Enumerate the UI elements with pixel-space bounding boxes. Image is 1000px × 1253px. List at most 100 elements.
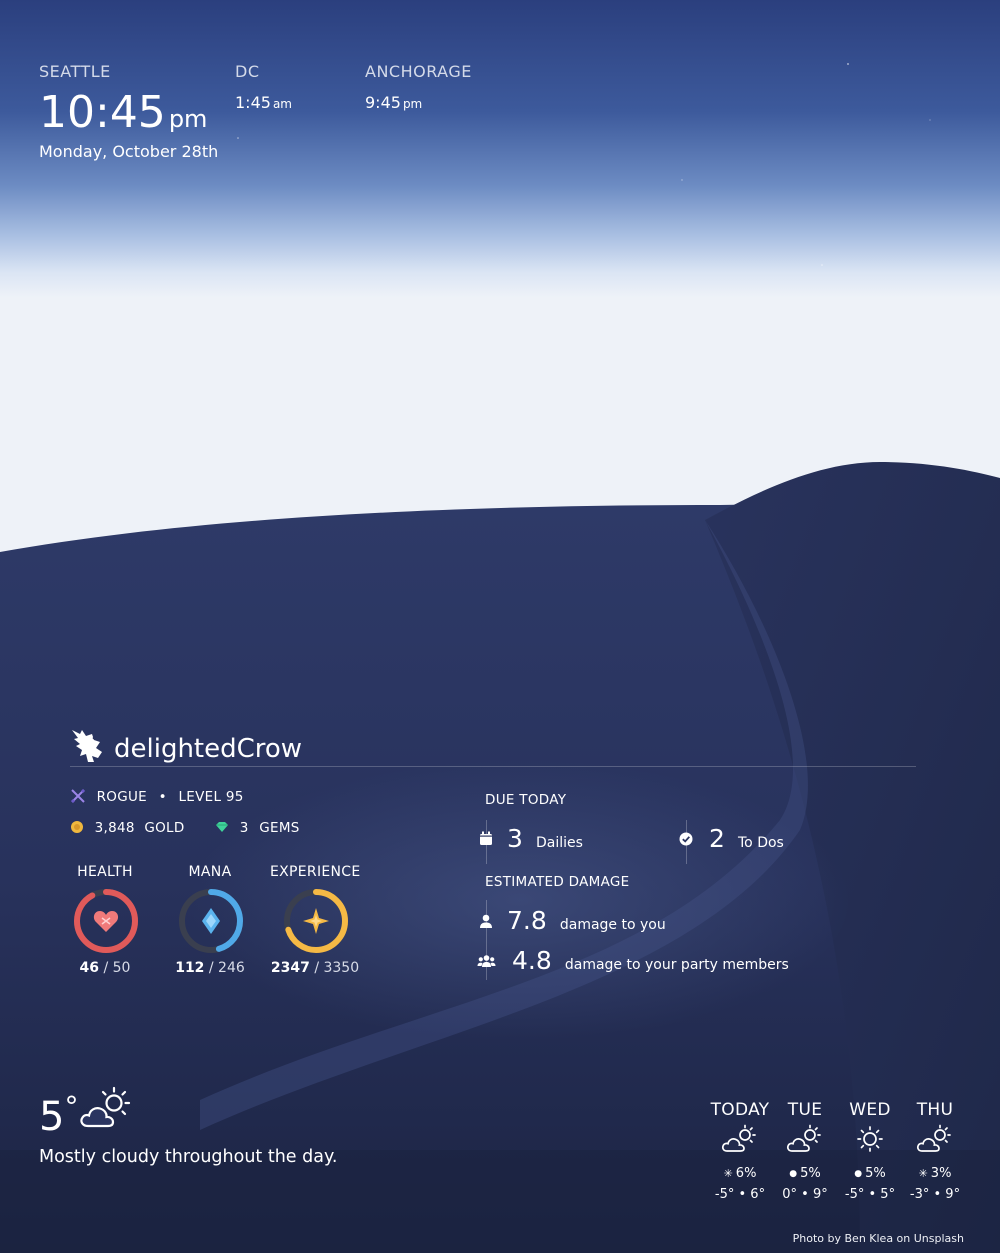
forecast-precip-value: 3% [930,1166,952,1181]
clock-time: 1:45 [235,93,271,112]
sun-icon [857,1126,883,1152]
clock-city: ANCHORAGE [365,62,472,81]
forecast-precip-value: 6% [735,1166,757,1181]
degree-symbol: ° [64,1090,79,1123]
gold-amount: 3,848 [94,820,135,836]
gem-icon [216,822,229,832]
background-photo [0,0,1000,1253]
gryphon-icon [72,730,102,762]
due-today-heading: DUE TODAY [485,792,567,808]
dailies-count: 3 [507,824,523,853]
forecast-range: 0° • 9° [782,1187,828,1202]
health-value: 46 / 50 [50,960,160,976]
check-circle-icon [679,832,693,846]
damage-to-you: 7.8 damage to you [507,906,666,935]
forecast-precip: ✳ 3% [903,1166,967,1181]
experience-value: 2347 / 3350 [260,960,370,976]
forecast-day: THU ✳ 3% -3° • 9° [903,1100,967,1202]
health-max: / 50 [103,960,131,976]
rain-drop-icon: ● [854,1169,863,1179]
forecast-day-name: THU [916,1100,954,1120]
separator-dot: • [158,789,167,805]
todos-count: 2 [709,824,725,853]
partly-cloudy-icon [917,1124,951,1152]
mana-current: 112 [175,960,205,976]
class-label: ROGUE [96,789,147,805]
forecast-day-name: TUE [787,1100,823,1120]
forecast-range: -5° • 5° [844,1187,896,1202]
mana-ring [179,889,243,953]
health-title: HEALTH [77,864,133,880]
gold-label: GOLD [144,820,185,836]
clock-ampm: am [272,97,292,111]
photo-credit[interactable]: Photo by Ben Klea on Unsplash [793,1232,964,1245]
experience-title: EXPERIENCE [270,864,361,880]
forecast-day: TUE ● 5% 0° • 9° [773,1100,837,1202]
damage-you-label: damage to you [559,917,666,933]
damage-party-value: 4.8 [512,946,552,975]
clock-city: SEATTLE [39,62,111,81]
forecast-precip: ● 5% [773,1166,837,1181]
experience-current: 2347 [270,960,310,976]
dailies-label: Dailies [536,835,583,851]
health-ring [74,889,138,953]
mana-value: 112 / 246 [155,960,265,976]
partly-cloudy-icon [722,1124,756,1152]
heart-icon [93,911,119,932]
clock-ampm: pm [168,105,208,133]
clock-seattle: SEATTLE 10:45 pm Monday, October 28th [39,62,218,161]
snow-icon: ✳ [918,1167,928,1180]
clock-date: Monday, October 28th [39,142,219,161]
dailies-stat: 3 Dailies [507,824,583,853]
clock-dc: DC 1:45 am [235,62,292,112]
snow-icon: ✳ [723,1167,733,1180]
damage-party-label: damage to your party members [564,957,789,973]
header-divider [70,766,916,767]
current-weather: 5° [39,1090,78,1140]
rain-drop-icon: ● [789,1169,798,1179]
current-temperature: 5 [39,1094,65,1140]
forecast-range: -3° • 9° [909,1187,961,1202]
partly-cloudy-icon [80,1086,131,1128]
forecast-precip: ✳ 6% [708,1166,772,1181]
clock-ampm: pm [402,97,423,111]
forecast-day: WED ● 5% -5° • 5° [838,1100,902,1202]
forecast-day: TODAY ✳ 6% -5° • 6° [708,1100,772,1202]
todos-stat: 2 To Dos [709,824,784,853]
forecast-day-name: WED [849,1100,891,1120]
gems-amount: 3 [239,820,249,836]
forecast: TODAY ✳ 6% -5° • 6° TUE ● 5% 0° • 9° WED… [708,1100,967,1202]
user-icon [480,914,492,928]
clock-time: 9:45 [365,93,401,112]
forecast-range: -5° • 6° [714,1187,766,1202]
class-level-row: ROGUE • LEVEL 95 [70,788,244,805]
username: delightedCrow [114,734,303,764]
mana-crystal-icon [202,908,220,934]
weather-summary: Mostly cloudy throughout the day. [39,1147,338,1167]
forecast-precip-value: 5% [800,1166,821,1181]
forecast-precip: ● 5% [838,1166,902,1181]
damage-to-party: 4.8 damage to your party members [512,946,789,975]
party-icon [477,955,496,967]
level-label: LEVEL 95 [178,789,244,805]
clock-time: 10:45 [39,87,166,138]
damage-you-value: 7.8 [507,906,547,935]
clock-city: DC [235,62,260,81]
partly-cloudy-icon [787,1124,821,1152]
mana-title: MANA [188,864,232,880]
crossed-swords-icon [70,788,86,804]
todos-label: To Dos [738,835,784,851]
health-current: 46 [79,960,100,976]
experience-ring [284,889,348,953]
star-icon [303,908,329,934]
currency-row: 3,848 GOLD 3 GEMS [70,820,300,836]
calendar-icon [480,831,492,845]
clock-anchorage: ANCHORAGE 9:45 pm [365,62,472,112]
forecast-precip-value: 5% [865,1166,886,1181]
mana-max: / 246 [208,960,245,976]
gems-label: GEMS [259,820,300,836]
experience-max: / 3350 [314,960,360,976]
forecast-day-name: TODAY [710,1100,770,1120]
gold-coin-icon [71,821,83,833]
estimated-damage-heading: ESTIMATED DAMAGE [485,874,630,890]
